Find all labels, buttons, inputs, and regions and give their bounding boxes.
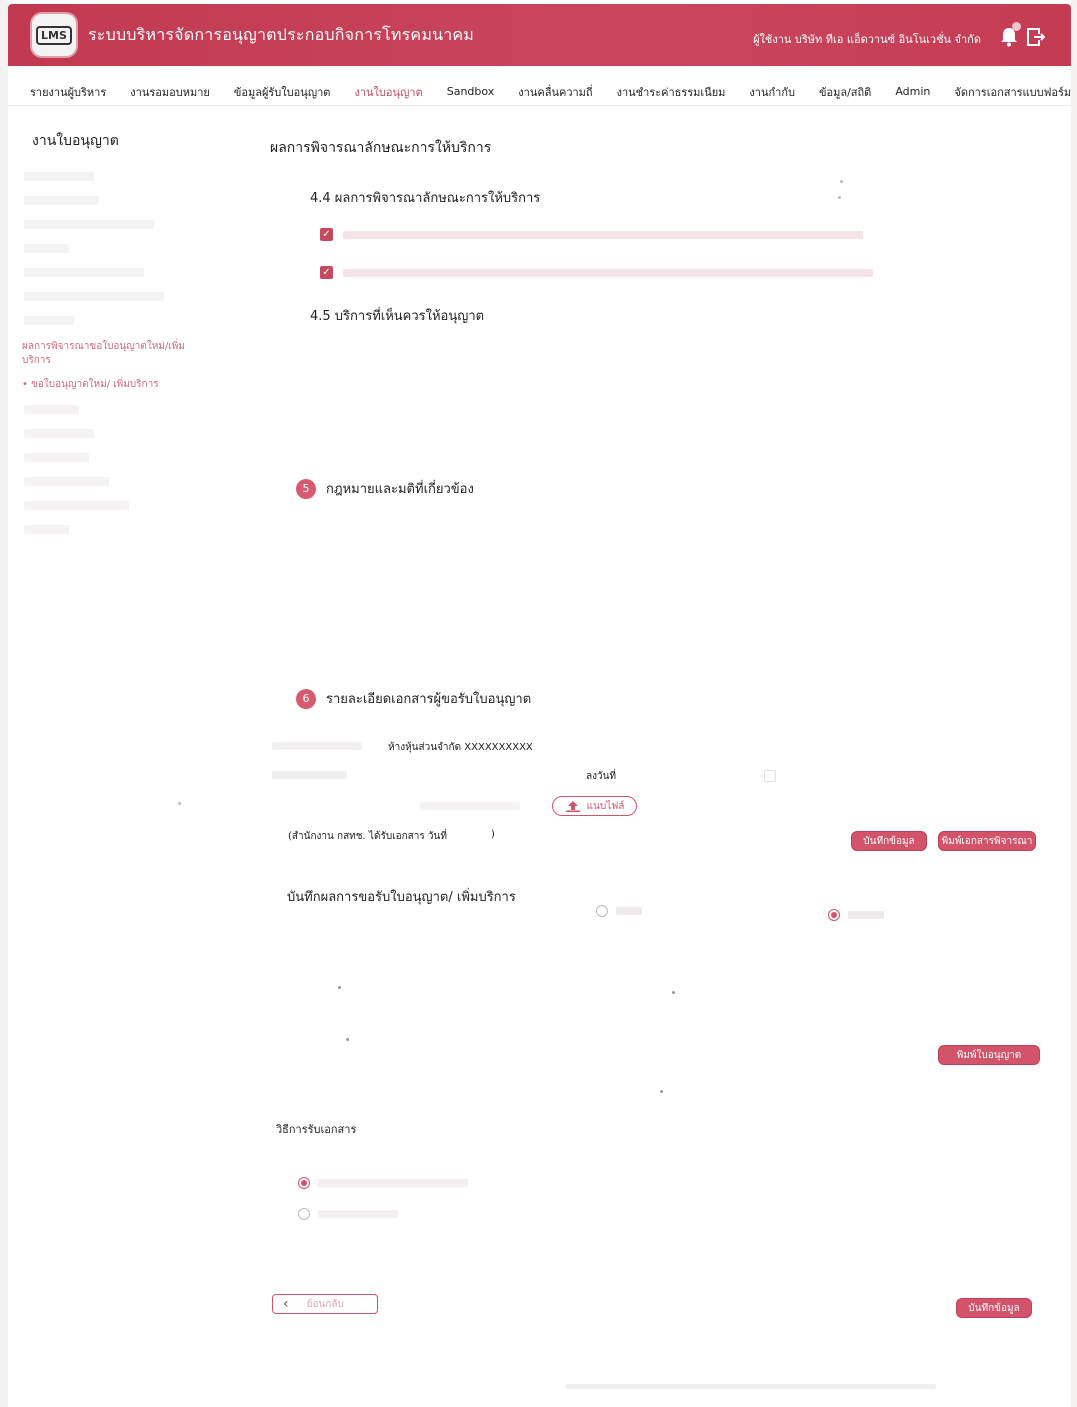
page-background [8, 0, 1071, 1407]
faded-radio-label [318, 1210, 398, 1218]
nav-item-form-management[interactable]: จัดการเอกสารแบบฟอร์ม [954, 83, 1071, 101]
sidebar-item[interactable] [24, 477, 109, 486]
record-result-title: บันทึกผลการขอรับใบอนุญาต/ เพิ่มบริการ [287, 890, 516, 905]
section-number-badge: 5 [296, 478, 316, 499]
upload-file-button[interactable]: แนบไฟล์ [552, 796, 637, 816]
sidebar-item[interactable] [24, 244, 69, 253]
sidebar-item[interactable] [24, 501, 129, 510]
faded-check-label [343, 268, 873, 277]
logout-icon[interactable] [1025, 26, 1045, 48]
section-5-header: 5 กฎหมายและมติที่เกี่ยวข้อง [296, 478, 474, 499]
footer-text [566, 1384, 936, 1389]
main-nav: รายงานผู้บริหาร งานรอมอบหมาย ข้อมูลผู้รั… [8, 78, 1071, 106]
section-5-title: กฎหมายและมติที่เกี่ยวข้อง [326, 482, 474, 497]
app-header: LMS ระบบบริหารจัดการอนุญาตประกอบกิจการโท… [8, 4, 1071, 66]
upload-icon [565, 801, 580, 812]
date-label: ลงวันที่ [586, 771, 617, 782]
speck [178, 802, 181, 805]
page-title: ผลการพิจารณาลักษณะการให้บริการ [270, 140, 492, 156]
back-button[interactable]: ‹ ย้อนกลับ [272, 1294, 378, 1314]
office-received-note-end: ) [491, 829, 495, 840]
calendar-icon[interactable] [764, 770, 776, 782]
sidebar-item[interactable] [24, 292, 164, 301]
nav-item-sandbox[interactable]: Sandbox [447, 85, 495, 98]
sidebar-title: งานใบอนุญาต [32, 133, 119, 149]
subsection-4-4-title: 4.4 ผลการพิจารณาลักษณะการให้บริการ [310, 191, 541, 206]
sidebar-item[interactable] [24, 172, 94, 181]
sidebar-subitem-new-license[interactable]: • ขอใบอนุญาตใหม่/ เพิ่มบริการ [22, 377, 159, 392]
print-license-button[interactable]: พิมพ์ใบอนุญาต [938, 1045, 1040, 1065]
sidebar-item[interactable] [24, 268, 144, 277]
sidebar-item[interactable] [24, 453, 89, 462]
nav-item-frequency[interactable]: งานคลื่นความถี่ [518, 83, 592, 101]
radio-selected-icon[interactable] [828, 909, 840, 921]
service-check-row[interactable]: ✓ [320, 228, 863, 241]
nav-item-licensee-info[interactable]: ข้อมูลผู้รับใบอนุญาต [234, 83, 331, 101]
notification-badge [1012, 22, 1021, 31]
sidebar-item[interactable] [24, 525, 69, 534]
sidebar-item[interactable] [24, 316, 74, 325]
speck [840, 180, 843, 183]
sidebar-item[interactable] [24, 220, 154, 229]
sidebar-item[interactable] [24, 405, 79, 414]
faded-radio-label [318, 1179, 468, 1187]
app-logo[interactable]: LMS [32, 14, 76, 56]
speck [672, 991, 675, 994]
faded-field-label [420, 802, 520, 810]
speck [346, 1038, 349, 1041]
back-label: ย้อนกลับ [306, 1298, 344, 1310]
section-6-header: 6 รายละเอียดเอกสารผู้ขอรับใบอนุญาต [296, 688, 531, 709]
speck [838, 196, 841, 199]
nav-item-pending-assignment[interactable]: งานรอมอบหมาย [130, 83, 210, 101]
faded-check-label [343, 230, 863, 239]
subsection-4-5-title: 4.5 บริการที่เห็นควรให้อนุญาต [310, 309, 485, 324]
radio-reject[interactable] [828, 909, 884, 921]
radio-doc-method-2[interactable] [298, 1208, 398, 1220]
sidebar-item[interactable] [24, 196, 99, 205]
upload-label: แนบไฟล์ [586, 800, 625, 812]
radio-selected-icon[interactable] [298, 1177, 310, 1189]
app-title: ระบบบริหารจัดการอนุญาตประกอบกิจการโทรคมน… [88, 25, 475, 44]
section-6-title: รายละเอียดเอกสารผู้ขอรับใบอนุญาต [326, 692, 532, 707]
sidebar-item[interactable] [24, 429, 94, 438]
document-method-title: วิธีการรับเอกสาร [276, 1123, 357, 1136]
nav-item-admin[interactable]: Admin [895, 85, 930, 98]
radio-circle-icon[interactable] [596, 905, 608, 917]
company-name-value: ห้างหุ้นส่วนจำกัด XXXXXXXXXX [388, 742, 533, 753]
save-bottom-button[interactable]: บันทึกข้อมูล [956, 1298, 1032, 1318]
nav-item-regulation[interactable]: งานกำกับ [749, 83, 795, 101]
save-button[interactable]: บันทึกข้อมูล [851, 831, 927, 851]
nav-item-executive-report[interactable]: รายงานผู้บริหาร [30, 83, 106, 101]
faded-field-label [272, 742, 362, 750]
nav-item-license-work[interactable]: งานใบอนุญาต [354, 83, 422, 101]
faded-radio-label [616, 907, 642, 915]
radio-doc-method-1[interactable] [298, 1177, 468, 1189]
section-number-badge: 6 [296, 688, 316, 709]
checkbox-checked-icon[interactable]: ✓ [320, 266, 333, 279]
office-received-note: (สำนักงาน กสทช. ได้รับเอกสาร วันที่ [288, 831, 447, 842]
service-check-row[interactable]: ✓ [320, 266, 873, 279]
print-review-button[interactable]: พิมพ์เอกสารพิจารณา [938, 831, 1036, 851]
nav-item-fee-payment[interactable]: งานชำระค่าธรรมเนียม [617, 83, 726, 101]
radio-circle-icon[interactable] [298, 1208, 310, 1220]
logo-text: LMS [36, 25, 72, 45]
speck [338, 986, 341, 989]
faded-radio-label [848, 911, 884, 919]
checkbox-checked-icon[interactable]: ✓ [320, 228, 333, 241]
faded-field-label [272, 771, 347, 779]
chevron-left-icon: ‹ [283, 1296, 289, 1312]
nav-item-statistics[interactable]: ข้อมูล/สถิติ [819, 83, 871, 101]
speck [660, 1090, 663, 1093]
radio-approve[interactable] [596, 905, 642, 917]
sidebar-item-license-result[interactable]: ผลการพิจารณาขอใบอนุญาตใหม่/เพิ่มบริการ [22, 340, 202, 368]
user-info[interactable]: ผู้ใช้งาน บริษัท ทีเอ แอ็ดวานซ์ อินโนเวช… [753, 30, 981, 48]
